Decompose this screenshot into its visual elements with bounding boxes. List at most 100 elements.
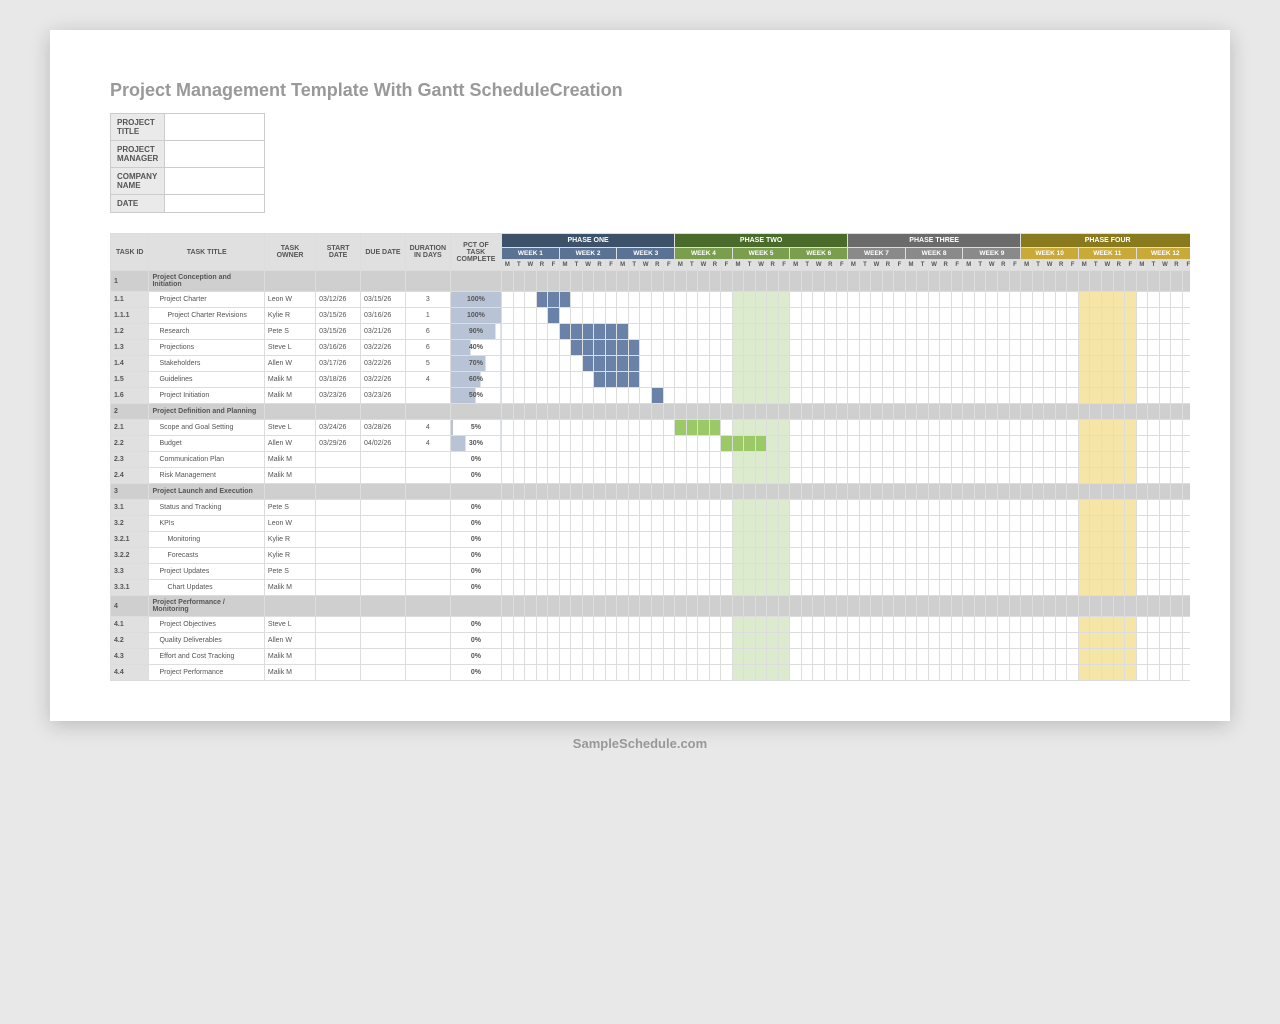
task-id: 2.3 [111, 452, 149, 468]
gantt-cell [1044, 649, 1056, 665]
gantt-cell [778, 617, 790, 633]
gantt-cell [536, 356, 548, 372]
gantt-cell [1148, 452, 1160, 468]
gantt-cell [1159, 484, 1171, 500]
gantt-cell [998, 356, 1010, 372]
gantt-cell [951, 500, 963, 516]
meta-value[interactable] [165, 168, 265, 195]
gantt-cell [686, 436, 698, 452]
gantt-cell [651, 271, 663, 292]
task-start: 03/24/26 [316, 420, 361, 436]
gantt-cell [882, 564, 894, 580]
gantt-cell [548, 633, 560, 649]
gantt-cell [859, 649, 871, 665]
gantt-cell [721, 532, 733, 548]
gantt-cell [1125, 436, 1137, 452]
gantt-cell [778, 308, 790, 324]
gantt-cell [790, 484, 802, 500]
gantt-cell [963, 324, 975, 340]
gantt-cell [675, 516, 687, 532]
gantt-cell [1171, 420, 1183, 436]
table-row: 3.3.1 Chart Updates Malik M 0% [111, 580, 1191, 596]
gantt-cell [790, 633, 802, 649]
gantt-cell [686, 271, 698, 292]
gantt-cell [848, 617, 860, 633]
gantt-cell [767, 420, 779, 436]
gantt-cell [1148, 500, 1160, 516]
gantt-cell [1044, 548, 1056, 564]
gantt-cell [1009, 564, 1021, 580]
task-id: 2 [111, 404, 149, 420]
gantt-cell [1032, 308, 1044, 324]
gantt-cell [1055, 308, 1067, 324]
gantt-cell [1182, 404, 1190, 420]
task-pct: 0% [450, 633, 501, 649]
gantt-cell [651, 468, 663, 484]
gantt-cell [732, 308, 744, 324]
task-pct: 70% [450, 356, 501, 372]
gantt-cell [605, 580, 617, 596]
gantt-cell [709, 649, 721, 665]
gantt-cell [1113, 564, 1125, 580]
gantt-cell [1055, 271, 1067, 292]
gantt-cell [1136, 649, 1148, 665]
gantt-cell [1090, 665, 1102, 681]
gantt-cell [582, 452, 594, 468]
gantt-cell [859, 356, 871, 372]
gantt-cell [1067, 665, 1079, 681]
gantt-cell [1159, 420, 1171, 436]
gantt-cell [1009, 292, 1021, 308]
day-header: R [882, 260, 894, 271]
gantt-cell [675, 500, 687, 516]
gantt-cell [640, 484, 652, 500]
gantt-cell [928, 292, 940, 308]
gantt-cell [1136, 532, 1148, 548]
gantt-wrap[interactable]: TASK ID TASK TITLE TASK OWNER START DATE… [110, 233, 1190, 681]
task-dur: 6 [405, 340, 450, 356]
gantt-cell [1125, 649, 1137, 665]
gantt-cell [1021, 580, 1033, 596]
task-start: 03/23/26 [316, 388, 361, 404]
gantt-cell [755, 308, 767, 324]
gantt-cell [525, 665, 537, 681]
gantt-cell [836, 308, 848, 324]
gantt-cell [998, 617, 1010, 633]
gantt-cell [721, 649, 733, 665]
gantt-cell [675, 292, 687, 308]
gantt-cell [536, 292, 548, 308]
gantt-cell [594, 580, 606, 596]
gantt-cell [1182, 500, 1190, 516]
gantt-cell [1113, 548, 1125, 564]
gantt-cell [998, 324, 1010, 340]
gantt-cell [663, 420, 675, 436]
gantt-cell [928, 324, 940, 340]
gantt-cell [1159, 564, 1171, 580]
meta-value[interactable] [165, 114, 265, 141]
gantt-cell [675, 532, 687, 548]
task-dur [405, 468, 450, 484]
gantt-cell [894, 271, 906, 292]
gantt-cell [502, 564, 514, 580]
gantt-cell [663, 356, 675, 372]
gantt-cell [513, 532, 525, 548]
gantt-cell [1009, 388, 1021, 404]
gantt-cell [928, 649, 940, 665]
gantt-cell [790, 292, 802, 308]
gantt-cell [894, 292, 906, 308]
gantt-cell [1159, 500, 1171, 516]
gantt-cell [767, 468, 779, 484]
task-owner: Malik M [264, 452, 315, 468]
gantt-cell [1148, 649, 1160, 665]
gantt-cell [1009, 548, 1021, 564]
gantt-cell [582, 356, 594, 372]
gantt-cell [571, 665, 583, 681]
gantt-cell [963, 484, 975, 500]
task-pct [450, 404, 501, 420]
gantt-cell [744, 649, 756, 665]
gantt-cell [871, 468, 883, 484]
meta-value[interactable] [165, 195, 265, 213]
gantt-cell [698, 468, 710, 484]
gantt-cell [928, 404, 940, 420]
meta-value[interactable] [165, 141, 265, 168]
gantt-cell [825, 292, 837, 308]
